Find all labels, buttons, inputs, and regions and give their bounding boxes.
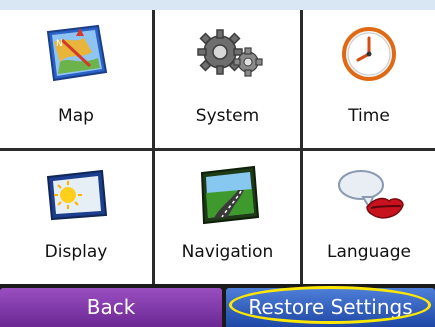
tile-system-label: System xyxy=(195,106,260,126)
display-icon xyxy=(46,169,108,221)
tile-display[interactable]: Display xyxy=(0,151,152,284)
back-button[interactable]: Back xyxy=(0,288,222,327)
settings-grid: N Map System Time Display Navigation Lan… xyxy=(0,10,435,284)
svg-text:N: N xyxy=(56,39,63,49)
tile-language[interactable]: Language xyxy=(303,151,435,284)
bottom-bar: Back Restore Settings xyxy=(0,284,435,327)
tile-language-label: Language xyxy=(327,242,411,262)
tile-map-label: Map xyxy=(58,106,94,126)
speech-lips-icon xyxy=(338,170,404,219)
restore-settings-button[interactable]: Restore Settings xyxy=(226,288,435,327)
tile-navigation-label: Navigation xyxy=(181,242,274,262)
tile-display-label: Display xyxy=(44,242,108,262)
top-strip xyxy=(0,0,435,10)
tile-time-label: Time xyxy=(348,106,390,126)
tile-system[interactable]: System xyxy=(155,10,300,148)
clock-icon xyxy=(342,27,396,81)
gears-icon xyxy=(196,29,263,77)
tile-time[interactable]: Time xyxy=(303,10,435,148)
tile-navigation[interactable]: Navigation xyxy=(155,151,300,284)
tile-map[interactable]: N Map xyxy=(0,10,152,148)
road-icon xyxy=(200,165,259,225)
map-icon: N xyxy=(46,24,108,82)
